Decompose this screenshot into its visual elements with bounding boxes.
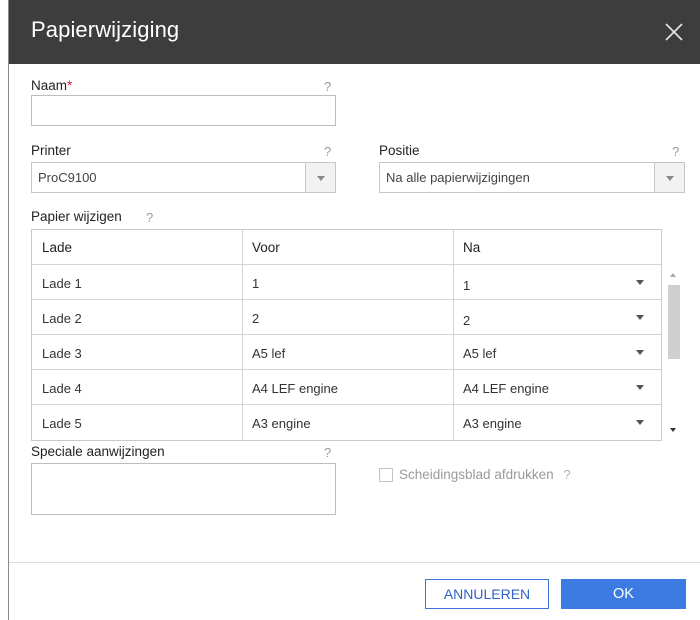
- column-divider: [242, 230, 243, 440]
- printer-select-value: ProC9100: [38, 170, 97, 185]
- tray-cell: Lade 1: [42, 276, 82, 291]
- chevron-down-icon: [317, 176, 325, 181]
- position-dropdown-button[interactable]: [654, 163, 684, 192]
- tray-table: Lade Voor Na Lade 1 1 1 Lade 2 2 2 Lade …: [31, 229, 662, 441]
- ok-button[interactable]: OK: [561, 579, 686, 609]
- position-select-value: Na alle papierwijzigingen: [386, 170, 530, 185]
- special-instructions-textarea[interactable]: [31, 463, 336, 515]
- column-header-tray: Lade: [42, 240, 73, 255]
- before-cell: 2: [252, 311, 260, 326]
- before-cell: A5 lef: [252, 346, 286, 361]
- tray-cell: Lade 4: [42, 381, 82, 396]
- after-select[interactable]: A4 LEF engine: [453, 370, 661, 405]
- position-select[interactable]: Na alle papierwijzigingen: [379, 162, 685, 193]
- after-select[interactable]: 2: [453, 300, 661, 335]
- cancel-button[interactable]: ANNULEREN: [425, 579, 549, 609]
- column-divider: [453, 230, 454, 440]
- printer-label: Printer: [31, 143, 71, 158]
- before-cell: A4 LEF engine: [252, 381, 339, 396]
- footer-divider: [9, 562, 700, 563]
- chevron-down-icon: [636, 315, 644, 320]
- before-cell: 1: [252, 276, 260, 291]
- change-paper-help-icon[interactable]: ?: [146, 210, 153, 225]
- table-header-row: Lade Voor Na: [32, 230, 661, 265]
- required-mark: *: [67, 78, 73, 93]
- dialog-titlebar: Papierwijziging: [9, 0, 700, 64]
- close-icon[interactable]: [661, 19, 687, 45]
- printer-dropdown-button[interactable]: [305, 163, 335, 192]
- separator-sheet-checkbox[interactable]: [379, 468, 393, 482]
- scroll-up-icon[interactable]: [670, 273, 676, 277]
- table-row: Lade 2 2 2: [32, 300, 661, 335]
- printer-select[interactable]: ProC9100: [31, 162, 336, 193]
- table-scrollbar[interactable]: [665, 265, 682, 441]
- change-paper-label: Papier wijzigen: [31, 209, 122, 224]
- tray-cell: Lade 2: [42, 311, 82, 326]
- after-select[interactable]: A3 engine: [453, 405, 661, 440]
- chevron-down-icon: [636, 420, 644, 425]
- tray-cell: Lade 3: [42, 346, 82, 361]
- scroll-down-icon[interactable]: [670, 428, 676, 432]
- after-select[interactable]: 1: [453, 265, 661, 300]
- table-row: Lade 5 A3 engine A3 engine: [32, 405, 661, 440]
- chevron-down-icon: [666, 176, 674, 181]
- position-help-icon[interactable]: ?: [672, 144, 679, 159]
- name-label: Naam*: [31, 78, 73, 93]
- paper-change-dialog: Papierwijziging Naam* ? Printer ? ProC91…: [9, 0, 700, 620]
- special-instructions-help-icon[interactable]: ?: [324, 445, 331, 460]
- after-select[interactable]: A5 lef: [453, 335, 661, 370]
- column-header-after: Na: [463, 240, 481, 255]
- chevron-down-icon: [636, 350, 644, 355]
- table-row: Lade 3 A5 lef A5 lef: [32, 335, 661, 370]
- chevron-down-icon: [636, 385, 644, 390]
- chevron-down-icon: [636, 280, 644, 285]
- scrollbar-thumb[interactable]: [668, 285, 680, 359]
- separator-sheet-help-icon[interactable]: ?: [563, 467, 570, 482]
- separator-sheet-label: Scheidingsblad afdrukken ?: [399, 467, 571, 482]
- tray-cell: Lade 5: [42, 416, 82, 431]
- printer-help-icon[interactable]: ?: [324, 144, 331, 159]
- position-label: Positie: [379, 143, 420, 158]
- column-header-before: Voor: [252, 240, 280, 255]
- name-help-icon[interactable]: ?: [324, 79, 331, 94]
- name-input[interactable]: [31, 95, 336, 126]
- table-row: Lade 1 1 1: [32, 265, 661, 300]
- dialog-title: Papierwijziging: [31, 17, 180, 42]
- before-cell: A3 engine: [252, 416, 311, 431]
- special-instructions-label: Speciale aanwijzingen: [31, 444, 165, 459]
- table-row: Lade 4 A4 LEF engine A4 LEF engine: [32, 370, 661, 405]
